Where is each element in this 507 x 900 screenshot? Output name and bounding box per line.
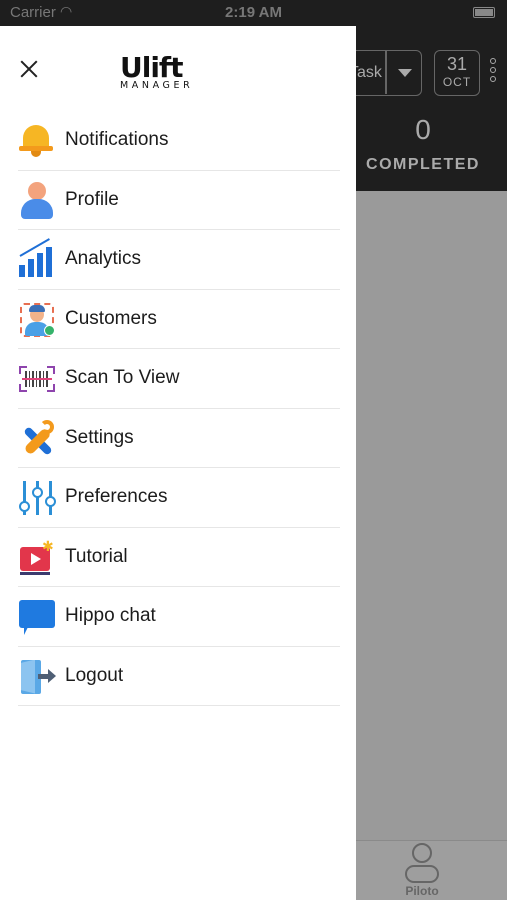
bottom-tab-bar: Piloto (356, 840, 507, 900)
date-month: OCT (442, 75, 472, 89)
barcode-scan-icon (18, 360, 56, 398)
menu-item-label: Logout (65, 664, 124, 686)
menu-item-label: Profile (65, 188, 119, 210)
menu-item-label: Notifications (65, 129, 169, 150)
menu-item-label: Analytics (65, 248, 142, 269)
dropdown-divider (385, 51, 387, 94)
customers-icon (18, 301, 56, 339)
logout-door-icon (18, 658, 56, 696)
drawer-header: Ulift MANAGER (0, 26, 356, 111)
bell-icon (18, 122, 56, 160)
date-day: 31 (446, 54, 468, 74)
completed-label: COMPLETED (366, 156, 480, 173)
completed-counter: 0 COMPLETED (358, 114, 488, 174)
more-options-icon[interactable] (490, 58, 498, 85)
menu-item-customers[interactable]: Customers (18, 290, 340, 349)
menu-item-profile[interactable]: Profile (18, 171, 340, 230)
menu-item-analytics[interactable]: Analytics (18, 230, 340, 290)
video-tutorial-icon: ✱ (18, 539, 56, 577)
tab-piloto[interactable]: Piloto (394, 843, 450, 898)
menu-item-label: Settings (65, 426, 134, 448)
menu-item-label: Hippo chat (65, 605, 156, 626)
menu-item-label: Scan To View (65, 367, 180, 388)
drawer-menu: Notifications Profile Analytics Customer… (18, 111, 340, 706)
menu-item-hippo-chat[interactable]: Hippo chat (18, 587, 340, 647)
menu-item-notifications[interactable]: Notifications (18, 111, 340, 171)
sliders-icon (18, 479, 56, 517)
menu-item-scan-to-view[interactable]: Scan To View (18, 349, 340, 409)
profile-icon (18, 181, 56, 220)
menu-item-settings[interactable]: Settings (18, 409, 340, 468)
person-icon-body (405, 865, 439, 883)
menu-item-label: Customers (65, 307, 157, 329)
ulift-manager-logo: Ulift MANAGER (118, 54, 238, 94)
menu-item-label: Preferences (65, 486, 168, 507)
analytics-icon (18, 238, 56, 279)
completed-count: 0 (415, 114, 431, 145)
status-time: 2:19 AM (225, 4, 282, 21)
menu-item-preferences[interactable]: Preferences (18, 468, 340, 528)
side-drawer: Ulift MANAGER Notifications Profile Anal… (0, 26, 356, 900)
menu-item-logout[interactable]: Logout (18, 647, 340, 706)
battery-icon (473, 7, 495, 18)
date-picker[interactable]: 31 OCT (434, 50, 480, 96)
person-icon (412, 843, 432, 863)
caret-down-icon[interactable] (398, 69, 412, 77)
wrench-screwdriver-icon (18, 419, 56, 458)
close-icon[interactable] (16, 56, 42, 82)
menu-item-tutorial[interactable]: ✱ Tutorial (18, 528, 340, 587)
status-bar: Carrier ◠ 2:19 AM (0, 0, 507, 26)
chat-bubble-icon (18, 598, 56, 636)
logo-main-text: Ulift (120, 51, 183, 84)
menu-item-label: Tutorial (65, 545, 128, 567)
tab-piloto-label: Piloto (405, 884, 439, 898)
logo-sub-text: MANAGER (120, 80, 194, 91)
